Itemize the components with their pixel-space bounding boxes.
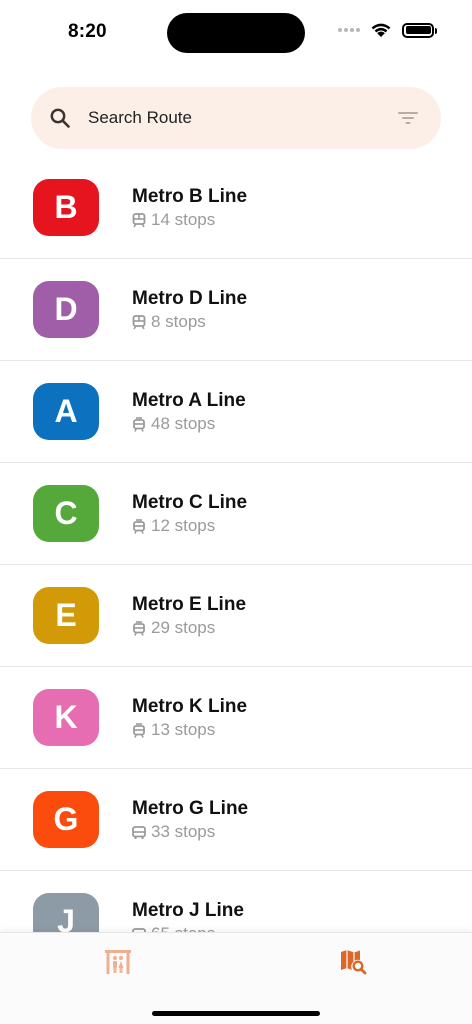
route-badge: D [33,281,99,338]
route-list[interactable]: B Metro B Line 14 stops D Metro D Line 8… [0,157,472,932]
route-badge: A [33,383,99,440]
route-badge: J [33,893,99,932]
route-name: Metro K Line [132,696,248,717]
dynamic-island [167,13,305,53]
route-stops: 33 stops [132,822,215,842]
route-badge: G [33,791,99,848]
route-row[interactable]: K Metro K Line 13 stops [0,667,472,769]
tram-icon [133,620,145,636]
route-stops: 29 stops [132,618,215,638]
route-stops: 12 stops [132,516,215,536]
route-stops: 48 stops [132,414,215,434]
tram-icon [133,518,145,534]
route-badge: B [33,179,99,236]
status-indicators [338,22,437,38]
route-badge: E [33,587,99,644]
station-people-icon [105,950,131,974]
cellular-signal-icon [338,28,360,32]
route-row[interactable]: C Metro C Line 12 stops [0,463,472,565]
status-bar: 8:20 [0,0,472,64]
route-badge: K [33,689,99,746]
battery-icon [402,22,437,38]
route-name: Metro A Line [132,390,246,411]
filter-icon[interactable] [397,108,419,128]
route-row[interactable]: D Metro D Line 8 stops [0,259,472,361]
route-badge: C [33,485,99,542]
subway-icon [132,314,146,329]
tram-icon [133,722,145,738]
home-indicator [152,1011,320,1016]
route-stops: 14 stops [132,210,215,230]
route-row[interactable]: A Metro A Line 48 stops [0,361,472,463]
route-row[interactable]: E Metro E Line 29 stops [0,565,472,667]
route-stops-count: 48 stops [151,414,216,433]
bus-icon [132,825,146,839]
route-stops-count: 8 stops [151,312,206,331]
route-stops: 13 stops [132,720,215,740]
route-name: Metro G Line [132,798,249,819]
route-stops: 65 stops [132,924,215,932]
search-bar[interactable] [31,87,441,149]
route-stops-count: 13 stops [151,720,216,739]
search-icon [50,108,70,128]
route-stops-count: 14 stops [151,210,216,229]
route-name: Metro J Line [132,900,244,921]
route-name: Metro C Line [132,492,248,513]
route-stops-count: 33 stops [151,822,216,841]
route-stops-count: 29 stops [151,618,216,637]
route-stops: 8 stops [132,312,206,332]
route-name: Metro E Line [132,594,247,615]
route-stops-count: 12 stops [151,516,216,535]
bottom-nav [0,932,472,1024]
tab-stations[interactable] [101,947,135,977]
route-stops-count: 65 stops [151,924,215,932]
status-time: 8:20 [68,21,107,42]
route-row[interactable]: G Metro G Line 33 stops [0,769,472,871]
route-name: Metro D Line [132,288,248,309]
tram-icon [133,416,145,432]
search-input[interactable] [88,87,378,149]
route-row[interactable]: J Metro J Line 65 stops [0,871,472,932]
subway-icon [132,212,146,227]
route-row[interactable]: B Metro B Line 14 stops [0,157,472,259]
tab-route-map[interactable] [336,947,370,977]
route-name: Metro B Line [132,186,248,207]
wifi-icon [371,23,391,37]
map-search-icon [341,950,367,975]
